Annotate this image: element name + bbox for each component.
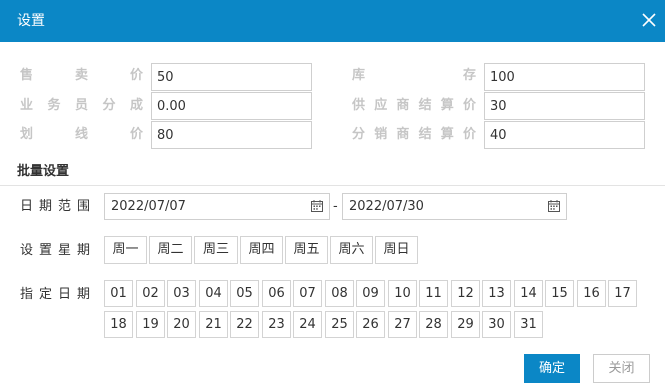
weekday-tue-button[interactable]: 周二 (149, 236, 192, 264)
label-char: 员 (74, 98, 88, 113)
confirm-button[interactable]: 确定 (524, 354, 580, 383)
day-button[interactable]: 18 (104, 311, 133, 338)
day-button[interactable]: 28 (419, 311, 448, 338)
day-button[interactable]: 15 (545, 280, 574, 307)
close-icon[interactable] (640, 11, 658, 29)
date-range-label: 日期范围 (20, 199, 97, 214)
label-char: 价 (129, 127, 143, 142)
day-button[interactable]: 05 (230, 280, 259, 307)
day-button[interactable]: 13 (482, 280, 511, 307)
day-button[interactable]: 12 (451, 280, 480, 307)
salesman-share-input[interactable] (151, 92, 312, 120)
label-char: 商 (396, 98, 410, 113)
weekdays-label: 设置星期 (20, 243, 97, 258)
start-date-input[interactable]: 2022/07/07 (104, 193, 330, 220)
inventory-input[interactable] (484, 63, 645, 91)
calendar-icon[interactable] (548, 200, 560, 212)
label-char: 线 (74, 127, 88, 142)
day-button[interactable]: 04 (199, 280, 228, 307)
day-button[interactable]: 21 (199, 311, 228, 338)
label-char: 卖 (74, 68, 88, 83)
label-char: 算 (440, 98, 454, 113)
day-button[interactable]: 20 (167, 311, 196, 338)
day-button[interactable]: 25 (325, 311, 354, 338)
day-button[interactable]: 31 (514, 311, 543, 338)
distributor-settle-input[interactable] (484, 121, 645, 149)
day-button[interactable]: 24 (293, 311, 322, 338)
day-button[interactable]: 08 (325, 280, 354, 307)
label-char: 价 (462, 98, 476, 113)
weekday-wed-button[interactable]: 周三 (194, 236, 238, 264)
weekday-fri-button[interactable]: 周五 (285, 236, 328, 264)
days-label: 指定日期 (20, 287, 97, 302)
dialog-titlebar: 设置 (0, 0, 665, 42)
label-char: 价 (462, 127, 476, 142)
label-char: 分 (102, 98, 116, 113)
sale-price-label: 售 卖 价 (20, 66, 143, 86)
day-button[interactable]: 01 (104, 280, 133, 307)
label-char: 应 (374, 98, 388, 113)
supplier-settle-input[interactable] (484, 92, 645, 120)
close-button[interactable]: 关闭 (593, 354, 650, 383)
label-char: 商 (396, 127, 410, 142)
day-button[interactable]: 10 (388, 280, 417, 307)
sale-price-input[interactable] (151, 63, 312, 91)
calendar-icon[interactable] (311, 200, 323, 212)
start-date-value: 2022/07/07 (111, 199, 186, 214)
day-button[interactable]: 29 (451, 311, 480, 338)
end-date-value: 2022/07/30 (349, 199, 424, 214)
supplier-settle-label: 供 应 商 结 算 价 (352, 96, 476, 116)
label-char: 划 (20, 127, 34, 142)
day-button[interactable]: 02 (136, 280, 165, 307)
day-button[interactable]: 17 (608, 280, 637, 307)
weekday-sun-button[interactable]: 周日 (375, 236, 418, 264)
day-button[interactable]: 07 (293, 280, 322, 307)
distributor-settle-label: 分 销 商 结 算 价 (352, 125, 476, 145)
day-button[interactable]: 23 (262, 311, 291, 338)
label-char: 售 (20, 68, 34, 83)
day-button[interactable]: 06 (262, 280, 291, 307)
batch-settings-title: 批量设置 (17, 164, 70, 179)
line-price-input[interactable] (151, 121, 312, 149)
day-button[interactable]: 11 (419, 280, 448, 307)
day-button[interactable]: 19 (136, 311, 165, 338)
line-price-label: 划 线 价 (20, 125, 143, 145)
label-char: 成 (129, 98, 143, 113)
end-date-input[interactable]: 2022/07/30 (342, 193, 567, 220)
section-divider (0, 185, 665, 186)
day-button[interactable]: 26 (356, 311, 385, 338)
day-button[interactable]: 09 (356, 280, 385, 307)
day-button[interactable]: 27 (388, 311, 417, 338)
label-char: 结 (418, 127, 432, 142)
label-char: 务 (47, 98, 61, 113)
label-char: 算 (440, 127, 454, 142)
day-button[interactable]: 22 (230, 311, 259, 338)
salesman-share-label: 业 务 员 分 成 (20, 96, 143, 116)
day-button[interactable]: 16 (577, 280, 606, 307)
label-char: 分 (352, 127, 366, 142)
label-char: 供 (352, 98, 366, 113)
label-char: 价 (129, 68, 143, 83)
weekday-sat-button[interactable]: 周六 (330, 236, 373, 264)
label-char: 库 (352, 68, 366, 83)
dialog-title: 设置 (17, 13, 45, 29)
day-button[interactable]: 30 (482, 311, 511, 338)
label-char: 结 (418, 98, 432, 113)
label-char: 销 (374, 127, 388, 142)
inventory-label: 库 存 (352, 66, 476, 86)
day-button[interactable]: 03 (167, 280, 196, 307)
weekday-thu-button[interactable]: 周四 (240, 236, 283, 264)
weekday-mon-button[interactable]: 周一 (104, 236, 147, 264)
day-button[interactable]: 14 (514, 280, 543, 307)
label-char: 存 (462, 68, 476, 83)
label-char: 业 (20, 98, 34, 113)
date-range-separator: - (333, 199, 338, 214)
